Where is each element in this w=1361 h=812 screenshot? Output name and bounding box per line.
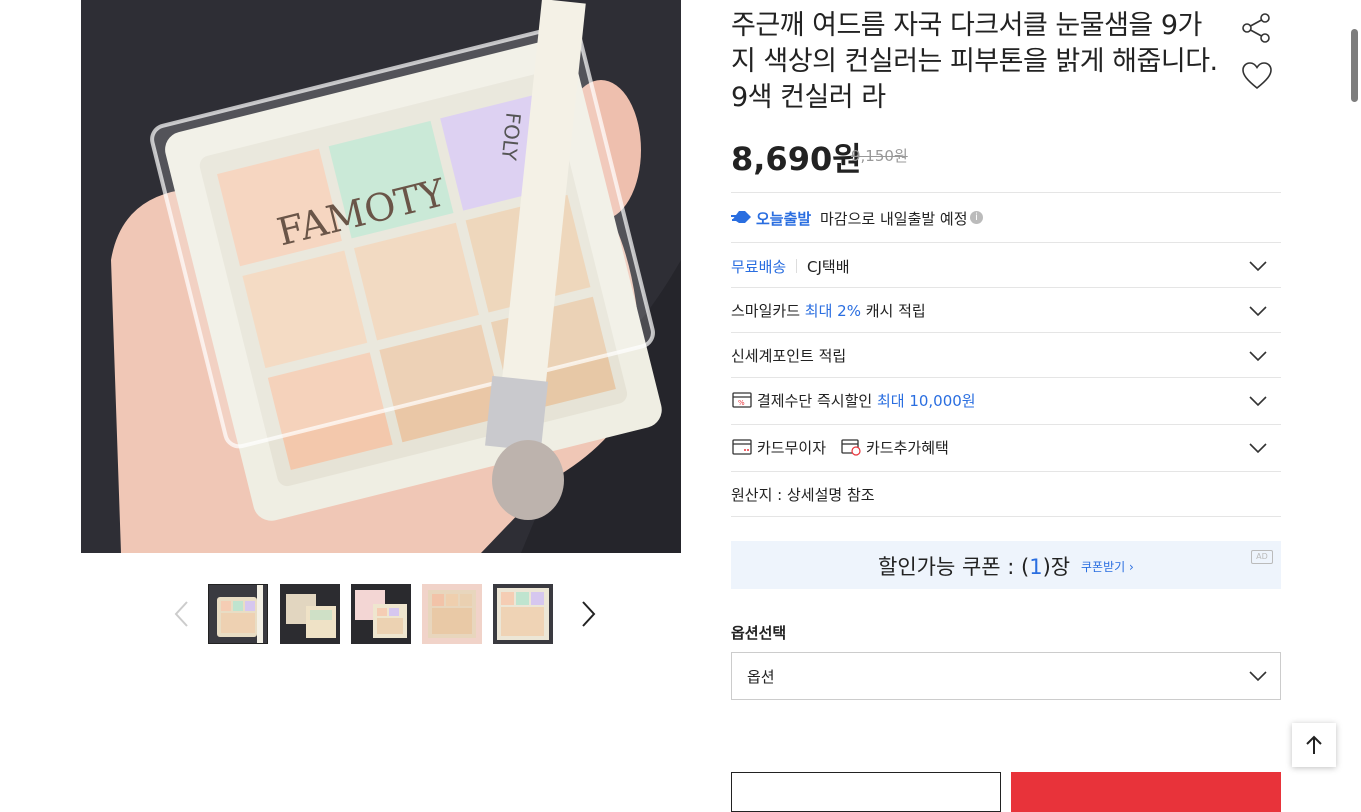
share-button[interactable] [1241,12,1273,44]
thumbnail-1[interactable] [208,584,268,644]
svg-text:%: % [738,399,745,407]
scrollbar-track[interactable] [1348,0,1361,793]
original-price: 9,150원 [851,147,908,165]
arrow-up-icon [1306,735,1322,754]
courier-label: CJ택배 [807,258,850,276]
cart-button[interactable] [731,772,1001,812]
chevron-down-icon [1249,261,1267,272]
product-title: 주근깨 여드름 자국 다크서클 눈물샘을 9가지 색상의 컨실러는 피부톤을 밝… [731,10,1218,113]
smilecard-text: 스마일카드 최대 2% 캐시 적립 [731,302,926,320]
buy-now-button[interactable] [1011,772,1281,812]
divider [731,516,1281,517]
origin-text: 원산지 : 상세설명 참조 [731,486,875,504]
free-shipping-label: 무료배송 [731,258,787,276]
chevron-right-icon [582,601,596,627]
card-plus-icon [841,439,861,456]
chevron-down-icon [1249,306,1267,317]
payment-discount-text: 결제수단 즉시할인 최대 10,000원 [757,392,976,410]
today-shipping-note: 마감으로 내일출발 예정 [820,210,968,228]
svg-text:FOLY: FOLY [497,111,526,162]
coupon-text: 할인가능 쿠폰 : (1)장 [878,555,1071,579]
card-installment-text: 카드무이자 [757,439,827,457]
scrollbar-thumb[interactable] [1351,29,1358,102]
option-label: 옵션선택 [731,624,787,642]
share-icon [1242,13,1270,43]
thumbnail-3[interactable] [351,584,411,644]
heart-icon [1242,62,1272,90]
divider [731,471,1281,472]
chevron-down-icon [1249,396,1267,407]
chevron-down-icon [1249,671,1267,682]
separator [796,259,797,273]
discount-card-icon: % [732,392,752,408]
thumbnail-2[interactable] [280,584,340,644]
card-extra-text: 카드추가혜택 [866,439,949,457]
thumbnail-next-button[interactable] [576,598,600,630]
sale-price: 8,690원 [731,140,862,178]
chevron-down-icon [1249,351,1267,362]
get-coupon-link[interactable]: 쿠폰받기 › [1081,558,1134,575]
chevron-left-icon [174,601,188,627]
card-icon [732,439,752,455]
thumbnail-4[interactable] [422,584,482,644]
option-select[interactable] [731,652,1281,700]
product-main-image[interactable]: FAMOTY FOLY [81,0,681,553]
shinsegae-point-text: 신세계포인트 적립 [731,347,847,365]
today-shipping-label: 오늘출발 [756,210,812,228]
thumbnail-5[interactable] [493,584,553,644]
option-select-value: 옵션 [747,668,775,686]
today-shipping-icon [731,207,753,231]
wishlist-button[interactable] [1241,60,1273,92]
chevron-down-icon [1249,443,1267,454]
divider [731,192,1281,193]
info-icon[interactable]: i [970,211,983,224]
thumbnail-prev-button[interactable] [170,598,194,630]
back-to-top-button[interactable] [1292,723,1336,767]
ad-badge: AD [1251,550,1273,564]
